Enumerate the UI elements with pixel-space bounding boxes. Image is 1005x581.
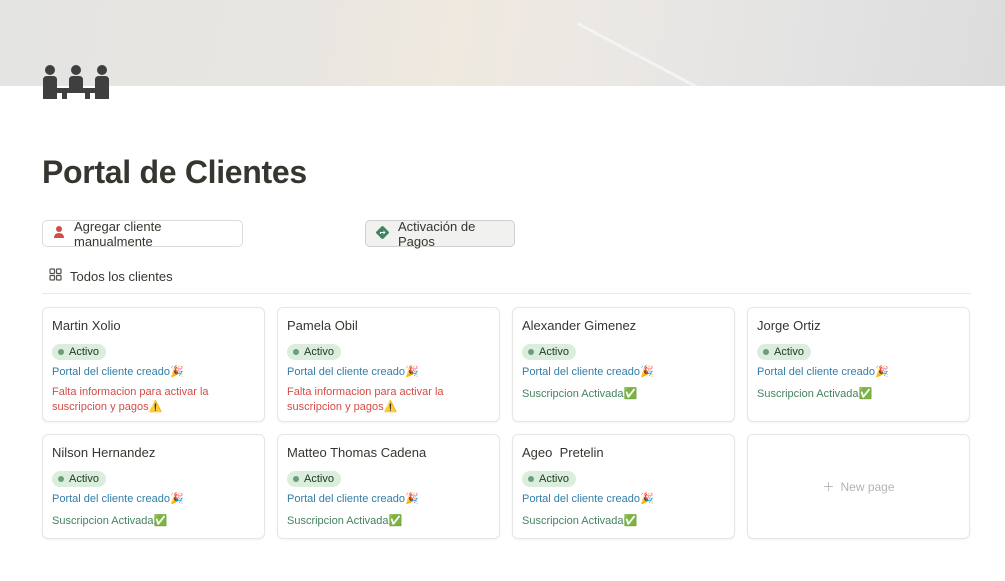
status-badge: Activo bbox=[757, 344, 811, 360]
status-label: Activo bbox=[539, 346, 569, 358]
portal-status: Portal del cliente creado🎉 bbox=[52, 366, 184, 378]
portal-status: Portal del cliente creado🎉 bbox=[522, 493, 654, 505]
client-name: Martin Xolio bbox=[52, 318, 121, 333]
page-cover[interactable] bbox=[0, 0, 1005, 86]
status-label: Activo bbox=[69, 346, 99, 358]
page-title: Portal de Clientes bbox=[42, 154, 307, 190]
client-name: Ageo Pretelin bbox=[522, 445, 604, 460]
client-name: Pamela Obil bbox=[287, 318, 358, 333]
subscription-status: Suscripcion Activada✅ bbox=[522, 515, 638, 527]
status-badge: Activo bbox=[52, 344, 106, 360]
subscription-status: Suscripcion Activada✅ bbox=[287, 515, 403, 527]
status-label: Activo bbox=[539, 473, 569, 485]
client-card[interactable]: Nilson Hernandez Activo Portal del clien… bbox=[42, 434, 265, 539]
add-client-label: Agregar cliente manualmente bbox=[74, 218, 162, 249]
status-label: Activo bbox=[304, 346, 334, 358]
activate-payments-label: Activación de Pagos bbox=[398, 218, 476, 249]
client-name: Matteo Thomas Cadena bbox=[287, 445, 427, 460]
client-name: Alexander Gimenez bbox=[522, 318, 637, 333]
client-card[interactable]: Matteo Thomas Cadena Activo Portal del c… bbox=[277, 434, 500, 539]
client-card[interactable]: Pamela Obil Activo Portal del cliente cr… bbox=[277, 307, 500, 422]
status-badge: Activo bbox=[287, 344, 341, 360]
subscription-status: Suscripcion Activada✅ bbox=[757, 388, 873, 400]
client-name: Nilson Hernandez bbox=[52, 445, 156, 460]
status-label: Activo bbox=[774, 346, 804, 358]
portal-status: Portal del cliente creado🎉 bbox=[522, 366, 654, 378]
client-card[interactable]: Jorge Ortiz Activo Portal del cliente cr… bbox=[747, 307, 970, 422]
subscription-status: Falta informacion para activar la suscri… bbox=[287, 386, 444, 413]
activate-payments-button[interactable]: Activación de Pagos bbox=[365, 218, 515, 249]
plus-icon: ＋ bbox=[822, 480, 835, 494]
view-tab-all-clients[interactable]: Todos los clientes bbox=[49, 268, 173, 284]
subscription-status: Falta informacion para activar la suscri… bbox=[52, 386, 209, 413]
client-card[interactable]: Martin Xolio Activo Portal del cliente c… bbox=[42, 307, 265, 422]
client-card[interactable]: Alexander Gimenez Activo Portal del clie… bbox=[512, 307, 735, 422]
person-icon bbox=[52, 225, 66, 242]
portal-status: Portal del cliente creado🎉 bbox=[287, 493, 419, 505]
status-label: Activo bbox=[304, 473, 334, 485]
divider bbox=[42, 293, 971, 294]
subscription-status: Suscripcion Activada✅ bbox=[522, 388, 638, 400]
gallery-grid-icon bbox=[49, 268, 62, 284]
status-badge: Activo bbox=[522, 344, 576, 360]
add-client-button[interactable]: Agregar cliente manualmente bbox=[42, 218, 243, 249]
status-badge: Activo bbox=[287, 471, 341, 487]
view-tab-label: Todos los clientes bbox=[70, 268, 173, 284]
portal-status: Portal del cliente creado🎉 bbox=[52, 493, 184, 505]
status-label: Activo bbox=[69, 473, 99, 485]
new-page-label: New page bbox=[840, 479, 895, 494]
portal-status: Portal del cliente creado🎉 bbox=[757, 366, 889, 378]
team-meeting-icon[interactable] bbox=[42, 64, 110, 102]
subscription-status: Suscripcion Activada✅ bbox=[52, 515, 168, 527]
status-badge: Activo bbox=[52, 471, 106, 487]
client-card[interactable]: Ageo Pretelin Activo Portal del cliente … bbox=[512, 434, 735, 539]
new-page-card[interactable]: ＋ New page bbox=[747, 434, 970, 539]
portal-status: Portal del cliente creado🎉 bbox=[287, 366, 419, 378]
status-badge: Activo bbox=[522, 471, 576, 487]
direction-sign-icon bbox=[375, 225, 390, 243]
client-name: Jorge Ortiz bbox=[757, 318, 821, 333]
